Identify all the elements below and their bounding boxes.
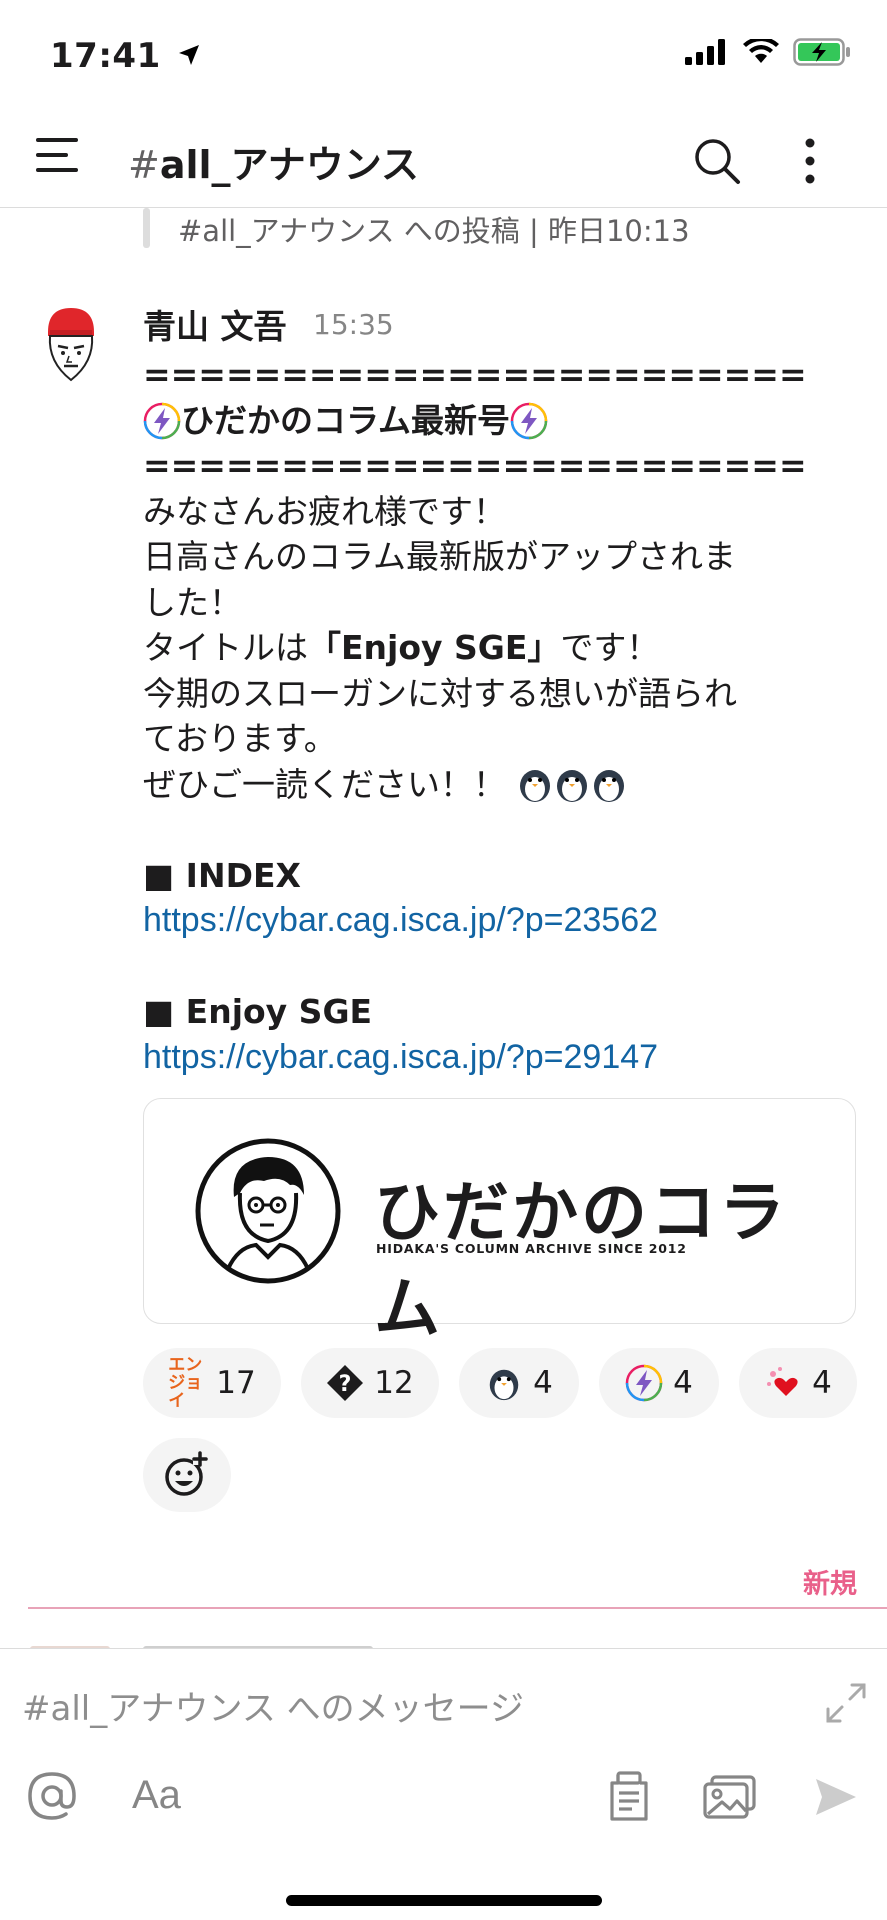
message-line-penguins: ぜひご一読ください！！ xyxy=(143,762,843,808)
status-bar: 17:41 xyxy=(0,0,887,110)
search-icon[interactable] xyxy=(692,136,742,186)
message-line: みなさんお疲れ様です！ xyxy=(143,491,506,531)
format-text-button[interactable]: Aa xyxy=(132,1773,181,1818)
message-composer: #all_アナウンス へのメッセージ Aa xyxy=(0,1648,887,1920)
new-messages-divider xyxy=(28,1607,887,1609)
reaction-enjoy[interactable]: エンジョイ 17 xyxy=(143,1348,281,1418)
hamburger-menu-icon[interactable] xyxy=(36,138,78,178)
message-line: ております。 xyxy=(143,719,337,758)
question-diamond-emoji-icon: ? xyxy=(327,1365,364,1401)
add-reaction-button[interactable] xyxy=(143,1438,231,1512)
enjoy-emoji-text: エンジョイ xyxy=(168,1355,203,1411)
battery-charging-icon xyxy=(793,38,850,66)
new-messages-label: 新規 xyxy=(803,1569,857,1600)
channel-title[interactable]: #all_アナウンス xyxy=(128,134,419,189)
hidaka-portrait-logo-icon xyxy=(195,1138,341,1284)
link-preview-card[interactable]: ひだかのコラム HIDAKA'S COLUMN ARCHIVE SINCE 20… xyxy=(143,1098,856,1347)
quote-bar xyxy=(143,208,150,248)
message-list[interactable]: #all_アナウンス への投稿 | 昨日10:13 青山 文吾 15:35 ==… xyxy=(0,208,887,1648)
bolt-emoji-icon xyxy=(143,402,181,439)
index-link[interactable]: https://cybar.cag.isca.jp/?p=23562 xyxy=(143,898,843,944)
link-preview-subtitle: HIDAKA'S COLUMN ARCHIVE SINCE 2012 xyxy=(376,1241,687,1256)
reaction-count: 4 xyxy=(673,1365,693,1401)
reaction-count: 4 xyxy=(812,1365,832,1401)
title-bold: 「Enjoy SGE」 xyxy=(308,628,561,667)
penguin-emoji-icon xyxy=(489,1369,519,1401)
reaction-bolt[interactable]: 4 xyxy=(599,1348,719,1418)
enjoy-label: ■ Enjoy SGE xyxy=(143,992,373,1031)
bolt-emoji-icon xyxy=(625,1364,663,1402)
composer-toolbar: Aa xyxy=(0,1769,887,1829)
message-heading: ひだかのコラム最新号 xyxy=(143,398,843,444)
heading-text: ひだかのコラム最新号 xyxy=(181,400,511,440)
reaction-question[interactable]: ? 12 xyxy=(301,1348,439,1418)
message-line: した！ xyxy=(143,582,242,622)
message-timestamp: 15:35 xyxy=(313,308,394,341)
message-line-title: タイトルは「Enjoy SGE」です！ xyxy=(143,625,843,671)
message-line-text: ぜひご一読ください！！ xyxy=(143,764,506,804)
message-input[interactable]: #all_アナウンス へのメッセージ xyxy=(22,1681,524,1730)
message-line: 今期のスローガンに対する想いが語られ xyxy=(143,673,737,713)
penguin-emoji-icon xyxy=(593,769,624,802)
channel-header: #all_アナウンス xyxy=(0,110,887,208)
attach-file-icon[interactable] xyxy=(604,1771,652,1823)
channel-hash: # xyxy=(128,143,160,187)
reaction-penguin[interactable]: 4 xyxy=(459,1348,579,1418)
bolt-emoji-icon xyxy=(510,402,548,439)
status-time: 17:41 xyxy=(50,36,201,76)
enjoy-link[interactable]: https://cybar.cag.isca.jp/?p=29147 xyxy=(143,1035,843,1081)
home-indicator xyxy=(286,1895,602,1906)
expand-icon[interactable] xyxy=(824,1681,868,1725)
add-emoji-icon xyxy=(165,1451,208,1496)
message-author[interactable]: 青山 文吾 xyxy=(143,300,287,348)
avatar[interactable] xyxy=(42,302,100,392)
mention-at-icon[interactable] xyxy=(26,1769,78,1823)
divider-line-bottom: ======================== xyxy=(143,446,807,485)
clock-text: 17:41 xyxy=(50,36,161,76)
send-icon[interactable] xyxy=(814,1777,858,1817)
divider-line-top: ======================== xyxy=(143,355,807,394)
location-arrow-icon xyxy=(179,45,200,65)
channel-name: all_アナウンス xyxy=(159,143,420,187)
reaction-count: 17 xyxy=(216,1365,256,1401)
title-suffix: です！ xyxy=(560,628,660,667)
penguin-emoji-icon xyxy=(519,769,550,802)
photo-icon[interactable] xyxy=(702,1773,758,1821)
wifi-icon xyxy=(743,39,779,63)
message-line: 日高さんのコラム最新版がアップされま xyxy=(143,537,737,576)
more-vertical-icon[interactable] xyxy=(796,136,824,186)
index-label: ■ INDEX xyxy=(143,855,301,895)
reaction-count: 12 xyxy=(374,1365,414,1401)
signal-icon xyxy=(685,39,725,65)
status-icons xyxy=(685,38,851,66)
sparkle-heart-emoji-icon xyxy=(767,1367,798,1396)
reaction-count: 4 xyxy=(533,1365,553,1401)
svg-text:?: ? xyxy=(339,1372,352,1397)
enjoy-emoji-icon: エンジョイ xyxy=(168,1356,206,1410)
title-prefix: タイトルは xyxy=(143,628,308,667)
reaction-sparkle-heart[interactable]: 4 xyxy=(739,1348,857,1418)
penguin-emoji-icon xyxy=(556,769,587,802)
quoted-reference[interactable]: #all_アナウンス への投稿 | 昨日10:13 xyxy=(178,208,690,250)
message-body: ======================== ひだかのコラム最新号 ====… xyxy=(143,352,843,1080)
